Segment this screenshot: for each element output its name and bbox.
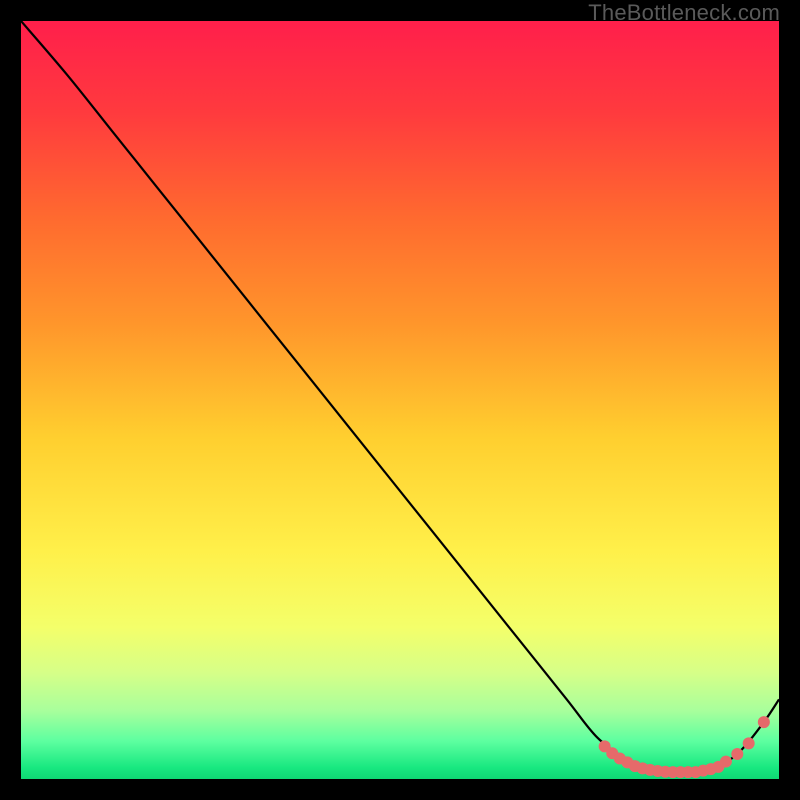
chart-svg (21, 21, 779, 779)
chart-container: TheBottleneck.com (0, 0, 800, 800)
marker-dot (758, 716, 770, 728)
marker-dot (720, 756, 732, 768)
gradient-bg (21, 21, 779, 779)
marker-dot (731, 748, 743, 760)
marker-dot (743, 737, 755, 749)
